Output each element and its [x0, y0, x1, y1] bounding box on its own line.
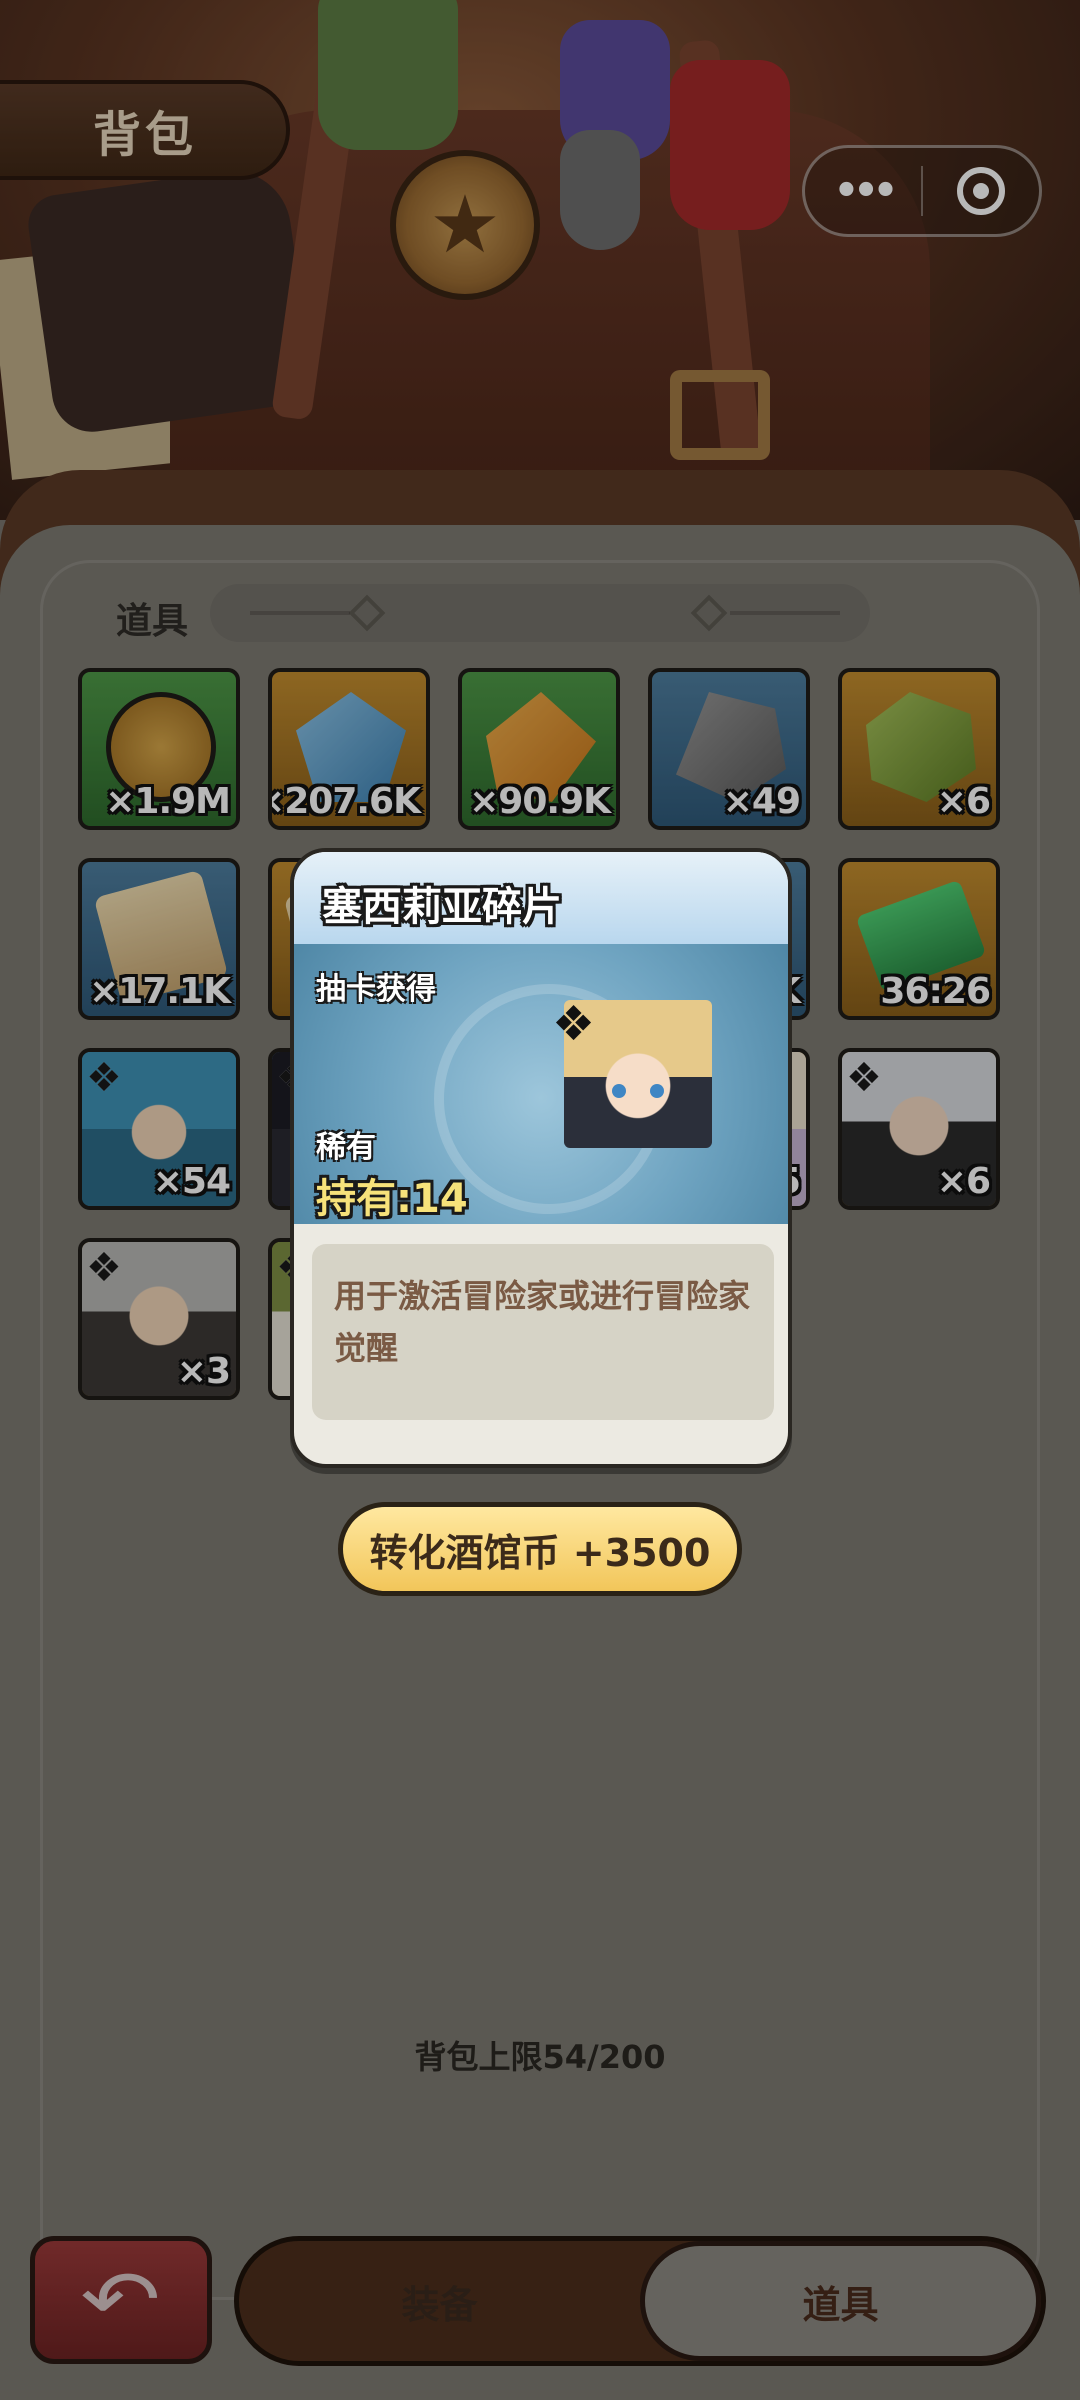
- eye: [612, 1084, 626, 1098]
- popup-header: 塞西莉亚碎片: [294, 852, 788, 944]
- convert-to-tavern-coin-button[interactable]: 转化酒馆币 +3500: [338, 1502, 742, 1596]
- rarity-text: 稀有: [316, 1130, 376, 1165]
- convert-button-label: 转化酒馆币 +3500: [369, 1530, 711, 1575]
- puzzle-piece-icon: ❖: [552, 996, 596, 1052]
- popup-title: 塞西莉亚碎片: [322, 884, 562, 930]
- item-detail-popup: 塞西莉亚碎片 抽卡获得 ❖ 稀有 持有:14 用于激活冒险家或进行冒险家觉醒: [290, 848, 792, 1468]
- owned-count: 持有:14: [316, 1176, 468, 1222]
- description-box: 用于激活冒险家或进行冒险家觉醒: [312, 1244, 774, 1420]
- eye: [650, 1084, 664, 1098]
- popup-info-area: 抽卡获得 ❖ 稀有 持有:14: [294, 944, 788, 1224]
- description-text: 用于激活冒险家或进行冒险家觉醒: [334, 1277, 751, 1367]
- source-text: 抽卡获得: [316, 972, 436, 1007]
